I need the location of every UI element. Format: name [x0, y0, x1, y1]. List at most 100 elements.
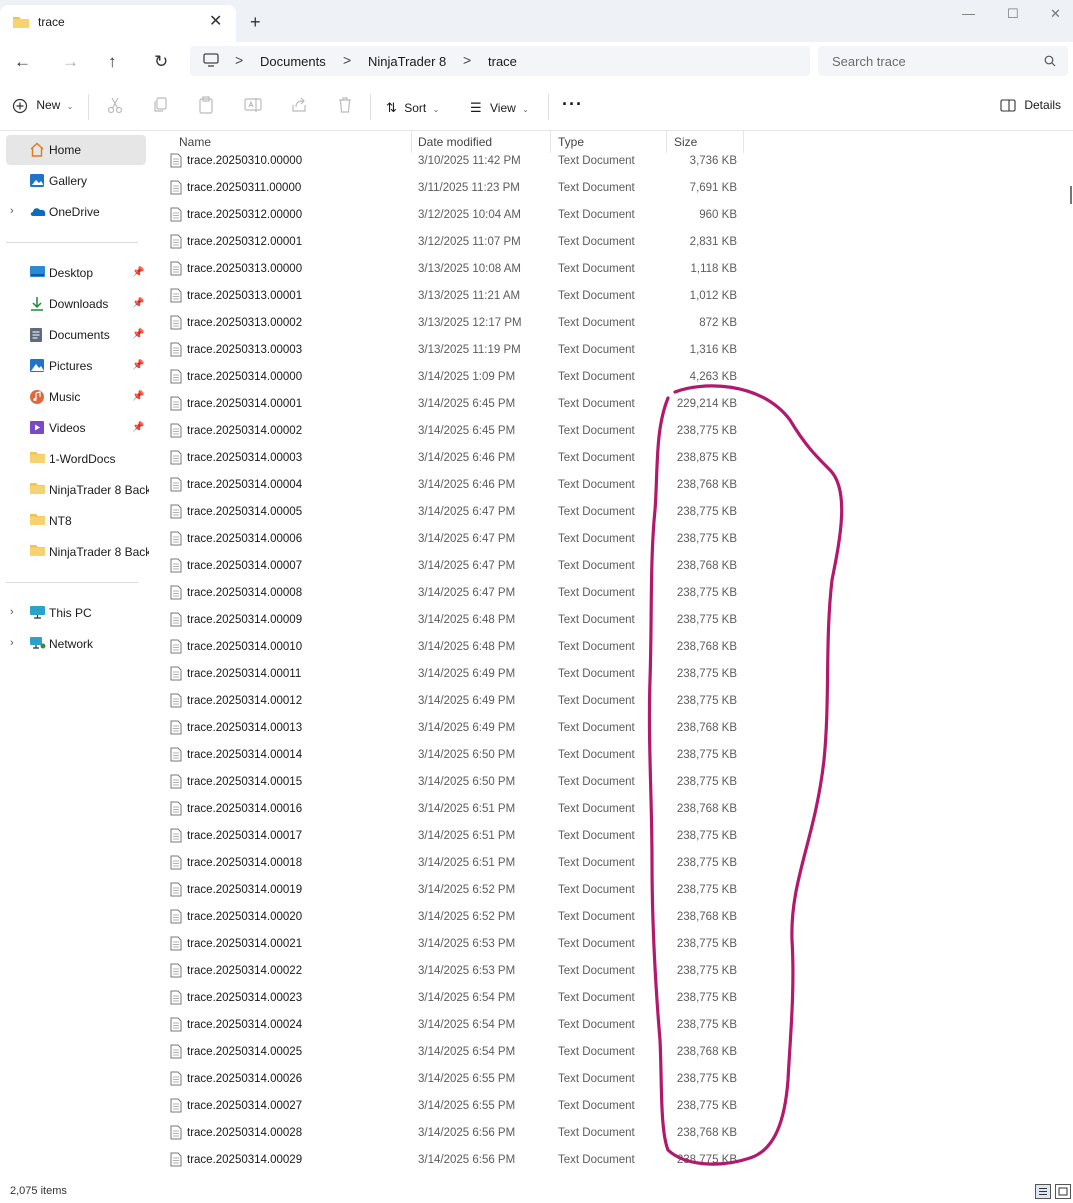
table-row[interactable]: trace.20250312.00000 3/12/2025 10:04 AM Te… [150, 203, 1073, 230]
table-row[interactable]: trace.20250314.00004 3/14/2025 6:46 PM Tex… [150, 473, 1073, 500]
column-header-date[interactable]: Date modified [418, 135, 492, 149]
table-row[interactable]: trace.20250314.00018 3/14/2025 6:51 PM Tex… [150, 851, 1073, 878]
refresh-button[interactable]: ↻ [154, 52, 168, 72]
table-row[interactable]: trace.20250314.00020 3/14/2025 6:52 PM Tex… [150, 905, 1073, 932]
table-row[interactable]: trace.20250314.00000 3/14/2025 1:09 PM Tex… [150, 365, 1073, 392]
pin-icon[interactable]: 📌 [132, 298, 144, 309]
breadcrumb-ninjatrader[interactable]: NinjaTrader 8 [368, 54, 446, 69]
table-row[interactable]: trace.20250314.00007 3/14/2025 6:47 PM Tex… [150, 554, 1073, 581]
tiles-view-button[interactable] [1055, 1184, 1071, 1199]
table-row[interactable]: trace.20250313.00001 3/13/2025 11:21 AM Te… [150, 284, 1073, 311]
pin-icon[interactable]: 📌 [132, 422, 144, 433]
sidebar-item-videos[interactable]: Videos 📌 [6, 413, 146, 443]
table-row[interactable]: trace.20250314.00015 3/14/2025 6:50 PM Tex… [150, 770, 1073, 797]
table-row[interactable]: trace.20250314.00024 3/14/2025 6:54 PM Tex… [150, 1013, 1073, 1040]
up-button[interactable]: ↑ [108, 52, 117, 72]
table-row[interactable]: trace.20250314.00006 3/14/2025 6:47 PM Tex… [150, 527, 1073, 554]
text-document-icon [170, 531, 182, 551]
tab-close-icon[interactable]: ✕ [209, 11, 222, 31]
pin-icon[interactable]: 📌 [132, 267, 144, 278]
sidebar-item-home[interactable]: Home [6, 135, 146, 165]
address-bar[interactable]: > Documents > NinjaTrader 8 > trace [190, 46, 810, 76]
view-button[interactable]: ☰ View ⌄ [470, 100, 529, 116]
forward-button[interactable]: → [62, 52, 79, 72]
table-row[interactable]: trace.20250314.00012 3/14/2025 6:49 PM Tex… [150, 689, 1073, 716]
sidebar-item-network[interactable]: › Network [6, 629, 146, 659]
breadcrumb-documents[interactable]: Documents [260, 54, 326, 69]
delete-icon[interactable] [337, 96, 353, 119]
details-view-button[interactable] [1035, 1184, 1051, 1199]
column-header-size[interactable]: Size [674, 135, 697, 149]
chevron-right-icon[interactable]: › [10, 205, 14, 217]
table-row[interactable]: trace.20250314.00005 3/14/2025 6:47 PM Tex… [150, 500, 1073, 527]
pin-icon[interactable]: 📌 [132, 360, 144, 371]
sort-button[interactable]: ⇅ Sort ⌄ [386, 100, 439, 116]
table-row[interactable]: trace.20250314.00009 3/14/2025 6:48 PM Tex… [150, 608, 1073, 635]
table-row[interactable]: trace.20250314.00022 3/14/2025 6:53 PM Tex… [150, 959, 1073, 986]
sidebar-item-documents[interactable]: Documents 📌 [6, 320, 146, 350]
table-row[interactable]: trace.20250313.00000 3/13/2025 10:08 AM Te… [150, 257, 1073, 284]
pin-icon[interactable]: 📌 [132, 391, 144, 402]
search-icon[interactable] [1044, 54, 1056, 72]
minimize-button[interactable]: — [962, 6, 975, 21]
share-icon[interactable] [290, 96, 308, 119]
pin-icon[interactable]: 📌 [132, 329, 144, 340]
new-tab-button[interactable]: + [250, 12, 261, 33]
table-row[interactable]: trace.20250314.00026 3/14/2025 6:55 PM Tex… [150, 1067, 1073, 1094]
sidebar-item-pictures[interactable]: Pictures 📌 [6, 351, 146, 381]
table-row[interactable]: trace.20250310.00000 3/10/2025 11:42 PM Te… [150, 149, 1073, 176]
file-name: trace.20250314.00003 [187, 452, 303, 464]
tab-trace[interactable]: trace ✕ [0, 5, 236, 42]
table-row[interactable]: trace.20250314.00025 3/14/2025 6:54 PM Tex… [150, 1040, 1073, 1067]
table-row[interactable]: trace.20250314.00019 3/14/2025 6:52 PM Tex… [150, 878, 1073, 905]
table-row[interactable]: trace.20250314.00014 3/14/2025 6:50 PM Tex… [150, 743, 1073, 770]
table-row[interactable]: trace.20250314.00010 3/14/2025 6:48 PM Tex… [150, 635, 1073, 662]
breadcrumb-trace[interactable]: trace [488, 54, 517, 69]
column-header-type[interactable]: Type [558, 135, 584, 149]
text-document-icon [170, 612, 182, 632]
sidebar-item-music[interactable]: Music 📌 [6, 382, 146, 412]
sidebar-item-1-worddocs[interactable]: 1-WordDocs [6, 444, 146, 474]
table-row[interactable]: trace.20250314.00027 3/14/2025 6:55 PM Tex… [150, 1094, 1073, 1121]
table-row[interactable]: trace.20250314.00016 3/14/2025 6:51 PM Tex… [150, 797, 1073, 824]
details-button[interactable]: Details [1000, 98, 1061, 112]
back-button[interactable]: ← [14, 52, 31, 72]
maximize-button[interactable]: ☐ [1007, 6, 1019, 22]
paste-icon[interactable] [198, 96, 214, 119]
new-button[interactable]: New ⌄ [12, 98, 73, 114]
table-row[interactable]: trace.20250314.00003 3/14/2025 6:46 PM Tex… [150, 446, 1073, 473]
column-header-name[interactable]: Name [179, 135, 211, 149]
table-row[interactable]: trace.20250314.00001 3/14/2025 6:45 PM Tex… [150, 392, 1073, 419]
table-row[interactable]: trace.20250314.00017 3/14/2025 6:51 PM Tex… [150, 824, 1073, 851]
table-row[interactable]: trace.20250314.00011 3/14/2025 6:49 PM Tex… [150, 662, 1073, 689]
chevron-right-icon[interactable]: › [10, 606, 14, 618]
copy-icon[interactable] [152, 96, 168, 119]
table-row[interactable]: trace.20250314.00002 3/14/2025 6:45 PM Tex… [150, 419, 1073, 446]
cut-icon[interactable] [107, 96, 123, 119]
sidebar-item-downloads[interactable]: Downloads 📌 [6, 289, 146, 319]
close-button[interactable]: ✕ [1050, 6, 1061, 22]
sidebar-item-ninjatrader-backup-2[interactable]: NinjaTrader 8 Backup [6, 537, 149, 567]
table-row[interactable]: trace.20250313.00002 3/13/2025 12:17 PM Te… [150, 311, 1073, 338]
sidebar-item-ninjatrader-backup[interactable]: NinjaTrader 8 Backup [6, 475, 149, 505]
chevron-right-icon[interactable]: › [10, 637, 14, 649]
table-row[interactable]: trace.20250312.00001 3/12/2025 11:07 PM Te… [150, 230, 1073, 257]
rename-icon[interactable] [244, 96, 262, 119]
sidebar-item-nt8[interactable]: NT8 [6, 506, 146, 536]
table-row[interactable]: trace.20250311.00000 3/11/2025 11:23 PM Te… [150, 176, 1073, 203]
sidebar-item-this-pc[interactable]: › This PC [6, 598, 146, 628]
search-input[interactable]: Search trace [818, 46, 1068, 76]
table-row[interactable]: trace.20250314.00023 3/14/2025 6:54 PM Tex… [150, 986, 1073, 1013]
sidebar-item-gallery[interactable]: Gallery [6, 166, 146, 196]
table-row[interactable]: trace.20250314.00029 3/14/2025 6:56 PM Tex… [150, 1148, 1073, 1175]
table-row[interactable]: trace.20250314.00013 3/14/2025 6:49 PM Tex… [150, 716, 1073, 743]
home-icon [29, 142, 45, 162]
sidebar-item-onedrive[interactable]: › OneDrive [6, 197, 146, 227]
vertical-scrollbar-thumb[interactable] [1070, 186, 1072, 204]
table-row[interactable]: trace.20250314.00008 3/14/2025 6:47 PM Tex… [150, 581, 1073, 608]
table-row[interactable]: trace.20250314.00028 3/14/2025 6:56 PM Tex… [150, 1121, 1073, 1148]
table-row[interactable]: trace.20250313.00003 3/13/2025 11:19 PM Te… [150, 338, 1073, 365]
table-row[interactable]: trace.20250314.00021 3/14/2025 6:53 PM Tex… [150, 932, 1073, 959]
sidebar-item-desktop[interactable]: Desktop 📌 [6, 258, 146, 288]
more-options-button[interactable]: ··· [562, 94, 583, 115]
